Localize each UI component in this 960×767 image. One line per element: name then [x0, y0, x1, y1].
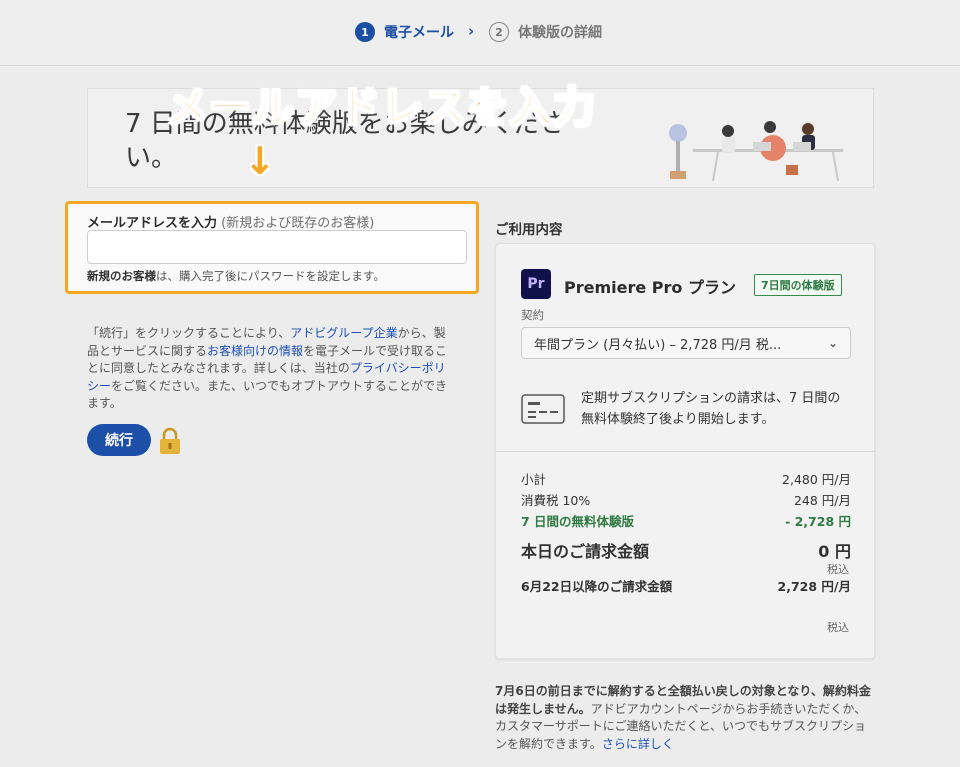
email-section: メールアドレスを入力 (新規および既存のお客様) 新規のお客様は、購入完了後にパ… [65, 201, 479, 294]
refund-policy: 7月6日の前日までに解約すると全額払い戻しの対象となり、解約料金は発生しません。… [495, 683, 873, 753]
email-label: メールアドレスを入力 (新規および既存のお客様) [87, 212, 374, 231]
annotation-callout: メールアドレスを入力 [165, 82, 597, 133]
subtotal-value: 2,480 円/月 [782, 472, 851, 487]
step-email: 1 電子メール [355, 22, 454, 42]
subtotal-row: 小計 2,480 円/月 [521, 469, 851, 488]
trial-discount-row: 7 日間の無料体験版 - 2,728 円 [521, 511, 851, 530]
step-number: 1 [355, 22, 375, 42]
contract-label: 契約 [521, 308, 544, 322]
office-illustration-icon [669, 121, 843, 182]
email-note-strong: 新規のお客様 [87, 269, 156, 283]
premiere-pro-logo-icon: Pr [521, 269, 551, 299]
learn-more-link[interactable]: さらに詳しく [602, 737, 674, 751]
step-indicator: 1 電子メール › 2 体験版の詳細 [0, 0, 960, 66]
tax-included-note: 税込 [827, 621, 849, 634]
invoice-card-icon [521, 394, 565, 424]
consent-part: 「続行」をクリックすることにより、 [87, 326, 291, 340]
today-total-value: 0 円 [818, 542, 851, 561]
summary-title: ご利用内容 [495, 222, 563, 238]
billing-note: 定期サブスクリプションの請求は、7 日間の無料体験終了後より開始します。 [581, 391, 841, 427]
future-charge-value: 2,728 円/月 [777, 579, 851, 594]
customer-info-link[interactable]: お客様向けの情報 [207, 344, 303, 358]
chevron-right-icon: › [468, 22, 475, 40]
consent-part: をご覧ください。また、いつでもオプトアウトすることができます。 [87, 378, 448, 411]
trial-discount-label: 7 日間の無料体験版 [521, 514, 635, 529]
email-label-sub: (新規および既存のお客様) [217, 216, 375, 231]
trial-badge: 7日間の体験版 [754, 274, 842, 296]
email-label-main: メールアドレスを入力 [87, 216, 218, 231]
arrow-down-icon: ↓ [244, 139, 276, 183]
email-field[interactable] [87, 230, 467, 264]
tax-value: 248 円/月 [793, 493, 851, 508]
chevron-down-icon: ⌄ [827, 336, 838, 350]
tax-included-note: 税込 [827, 563, 849, 576]
today-total-label: 本日のご請求金額 [521, 542, 650, 561]
divider [496, 451, 874, 452]
tax-label: 消費税 10% [521, 493, 591, 508]
plan-select[interactable]: 年間プラン (月々払い) – 2,728 円/月 税... ⌄ [521, 327, 851, 359]
email-note-text: は、購入完了後にパスワードを設定します。 [156, 269, 385, 283]
order-summary-card: Pr Premiere Pro プラン 7日間の体験版 契約 年間プラン (月々… [495, 243, 875, 659]
step-number: 2 [489, 22, 509, 42]
email-note: 新規のお客様は、購入完了後にパスワードを設定します。 [87, 268, 385, 284]
adobe-group-link[interactable]: アドビグループ企業 [290, 326, 397, 340]
today-total-row: 本日のご請求金額 0 円 [521, 538, 851, 562]
step-label: 体験版の詳細 [518, 25, 602, 41]
step-trial-details: 2 体験版の詳細 [489, 22, 602, 42]
lock-icon [160, 427, 180, 454]
future-charge-row: 6月22日以降のご請求金額 2,728 円/月 [521, 576, 851, 597]
subtotal-label: 小計 [521, 472, 547, 487]
future-charge-label: 6月22日以降のご請求金額 [521, 579, 673, 594]
trial-discount-value: - 2,728 円 [785, 514, 851, 529]
consent-text: 「続行」をクリックすることにより、アドビグループ企業から、製品とサービスに関する… [87, 325, 457, 413]
continue-button[interactable]: 続行 [87, 424, 151, 456]
plan-select-value: 年間プラン (月々払い) – 2,728 円/月 税... [534, 337, 782, 353]
tax-row: 消費税 10% 248 円/月 [521, 490, 851, 509]
step-label: 電子メール [384, 25, 454, 41]
plan-name: Premiere Pro プラン [564, 278, 736, 297]
